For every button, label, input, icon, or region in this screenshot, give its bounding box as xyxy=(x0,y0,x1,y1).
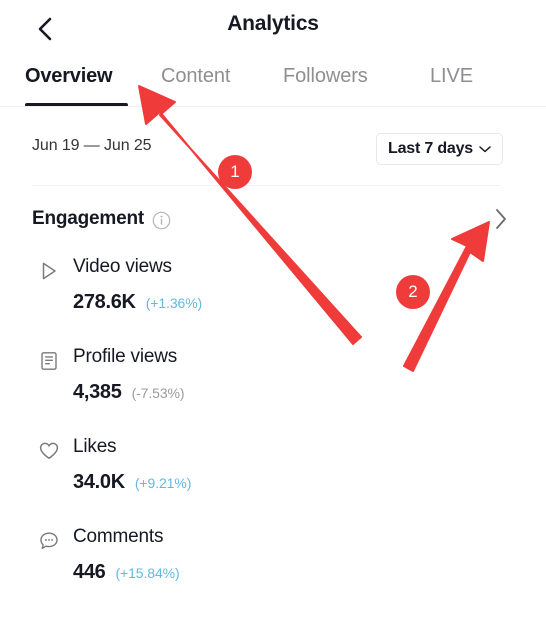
tab-bar: Overview Content Followers LIVE xyxy=(0,62,546,108)
metric-label: Profile views xyxy=(73,346,178,367)
metric-delta: (+15.84%) xyxy=(115,565,180,581)
metric-label: Likes xyxy=(73,436,117,457)
metric-value-row: 446 (+15.84%) xyxy=(73,561,180,584)
engagement-metrics-list: Video views 278.6K (+1.36%) Profile view… xyxy=(0,256,546,618)
metric-delta: (-7.53%) xyxy=(131,385,185,401)
date-range-selector[interactable]: Last 7 days xyxy=(376,133,503,165)
metric-value: 446 xyxy=(73,561,106,583)
chevron-down-icon xyxy=(479,145,491,153)
tab-live-label: LIVE xyxy=(430,65,473,87)
metric-label: Video views xyxy=(73,256,172,277)
tab-overview-label: Overview xyxy=(25,65,113,87)
analytics-screen: Analytics Overview Content Followers LIV… xyxy=(0,0,546,583)
tab-bar-divider xyxy=(0,106,546,107)
metric-value-row: 4,385 (-7.53%) xyxy=(73,381,185,404)
metric-row-likes[interactable]: Likes 34.0K (+9.21%) xyxy=(0,436,546,528)
tab-content-label: Content xyxy=(161,65,231,87)
date-range-row: Jun 19 — Jun 25 Last 7 days xyxy=(0,130,546,170)
tab-followers-label: Followers xyxy=(283,65,368,87)
metric-value: 278.6K xyxy=(73,291,136,313)
engagement-section-header[interactable]: Engagement xyxy=(0,206,546,238)
tab-content[interactable]: Content xyxy=(161,62,230,90)
metric-label: Comments xyxy=(73,526,164,547)
date-range-selector-label: Last 7 days xyxy=(388,140,473,157)
metric-row-profile-views[interactable]: Profile views 4,385 (-7.53%) xyxy=(0,346,546,438)
heart-icon xyxy=(38,440,60,462)
metric-delta: (+9.21%) xyxy=(134,475,192,491)
metric-delta: (+1.36%) xyxy=(145,295,203,311)
metric-value: 4,385 xyxy=(73,381,122,403)
engagement-title: Engagement xyxy=(32,208,145,229)
metric-value: 34.0K xyxy=(73,471,125,493)
metric-row-comments[interactable]: Comments 446 (+15.84%) xyxy=(0,526,546,618)
tab-live[interactable]: LIVE xyxy=(430,62,473,90)
date-range-label: Jun 19 — Jun 25 xyxy=(32,137,152,154)
play-triangle-icon xyxy=(38,260,60,282)
engagement-chevron-right-icon[interactable] xyxy=(494,208,508,235)
metric-value-row: 34.0K (+9.21%) xyxy=(73,471,191,494)
page-title: Analytics xyxy=(227,12,319,35)
comment-bubble-icon xyxy=(38,530,60,552)
app-header: Analytics xyxy=(0,0,546,55)
section-divider xyxy=(32,185,500,186)
metric-row-video-views[interactable]: Video views 278.6K (+1.36%) xyxy=(0,256,546,348)
tab-overview[interactable]: Overview xyxy=(25,62,113,90)
tab-followers[interactable]: Followers xyxy=(283,62,368,90)
metric-value-row: 278.6K (+1.36%) xyxy=(73,291,202,314)
document-lines-icon xyxy=(38,350,60,372)
info-circle-icon[interactable] xyxy=(152,211,171,235)
